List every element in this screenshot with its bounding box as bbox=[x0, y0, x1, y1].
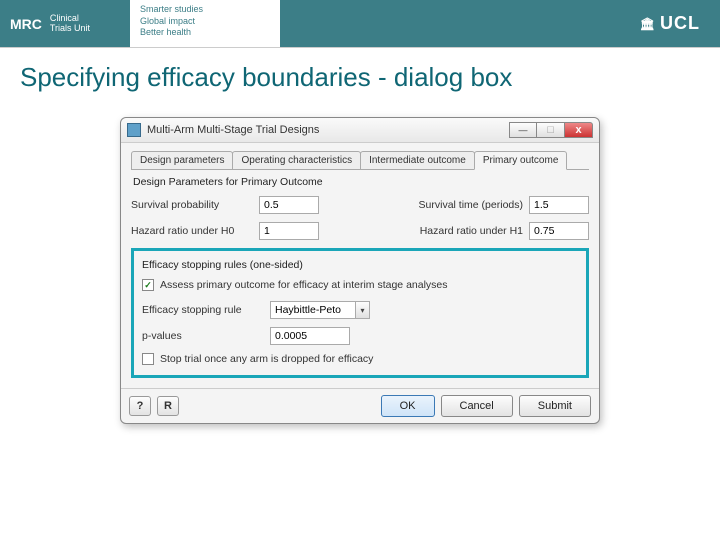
label-assess-primary: Assess primary outcome for efficacy at i… bbox=[160, 279, 448, 291]
dialog-window: Multi-Arm Multi-Stage Trial Designs — ☐ … bbox=[120, 117, 600, 424]
slide-header: MRC Clinical Trials Unit Smarter studies… bbox=[0, 0, 720, 48]
mrc-logo-block: MRC Clinical Trials Unit bbox=[0, 0, 130, 47]
maximize-button[interactable]: ☐ bbox=[537, 122, 565, 138]
tab-operating-characteristics[interactable]: Operating characteristics bbox=[232, 151, 361, 169]
ok-button[interactable]: OK bbox=[381, 395, 435, 417]
label-hr-h0: Hazard ratio under H0 bbox=[131, 225, 251, 237]
input-hr-h0[interactable] bbox=[259, 222, 319, 240]
row-stop-trial: Stop trial once any arm is dropped for e… bbox=[142, 353, 578, 365]
checkbox-assess-primary[interactable]: ✓ bbox=[142, 279, 154, 291]
efficacy-group-highlight: Efficacy stopping rules (one-sided) ✓ As… bbox=[131, 248, 589, 378]
label-survival-time: Survival time (periods) bbox=[419, 199, 523, 211]
row-assess-primary: ✓ Assess primary outcome for efficacy at… bbox=[142, 279, 578, 291]
ucl-label: UCL bbox=[660, 13, 700, 34]
section-title: Design Parameters for Primary Outcome bbox=[133, 176, 589, 188]
row-pvalues: p-values bbox=[142, 327, 578, 345]
mrc-subtitle: Clinical Trials Unit bbox=[50, 14, 90, 34]
row-survival-probability: Survival probability Survival time (peri… bbox=[131, 196, 589, 214]
close-button[interactable]: x bbox=[565, 122, 593, 138]
dialog-body: Design parameters Operating characterist… bbox=[121, 143, 599, 388]
tagline-block: Smarter studies Global impact Better hea… bbox=[130, 0, 213, 47]
label-survival-probability: Survival probability bbox=[131, 199, 251, 211]
minimize-button[interactable]: — bbox=[509, 122, 537, 138]
row-efficacy-rule: Efficacy stopping rule Haybittle-Peto ▾ bbox=[142, 301, 578, 319]
slide-title: Specifying efficacy boundaries - dialog … bbox=[0, 48, 720, 101]
window-title: Multi-Arm Multi-Stage Trial Designs bbox=[147, 124, 319, 136]
label-hr-h1: Hazard ratio under H1 bbox=[420, 225, 523, 237]
tab-primary-outcome[interactable]: Primary outcome bbox=[474, 151, 568, 170]
dropdown-efficacy-rule[interactable]: Haybittle-Peto ▾ bbox=[270, 301, 370, 319]
window-titlebar[interactable]: Multi-Arm Multi-Stage Trial Designs — ☐ … bbox=[121, 118, 599, 143]
dropdown-efficacy-rule-value: Haybittle-Peto bbox=[271, 304, 355, 316]
portico-icon: 🏛 bbox=[640, 17, 656, 31]
help-button[interactable]: ? bbox=[129, 396, 151, 416]
app-icon bbox=[127, 123, 141, 137]
reset-button[interactable]: R bbox=[157, 396, 179, 416]
dialog-container: Multi-Arm Multi-Stage Trial Designs — ☐ … bbox=[0, 117, 720, 424]
row-hazard-ratio: Hazard ratio under H0 Hazard ratio under… bbox=[131, 222, 589, 240]
input-hr-h1[interactable] bbox=[529, 222, 589, 240]
label-efficacy-rule: Efficacy stopping rule bbox=[142, 304, 262, 316]
efficacy-group-legend: Efficacy stopping rules (one-sided) bbox=[142, 259, 578, 271]
label-stop-trial: Stop trial once any arm is dropped for e… bbox=[160, 353, 373, 365]
ucl-logo-block: 🏛 UCL bbox=[280, 0, 720, 47]
tab-intermediate-outcome[interactable]: Intermediate outcome bbox=[360, 151, 475, 169]
mrc-logo: MRC bbox=[10, 16, 42, 32]
label-pvalues: p-values bbox=[142, 330, 262, 342]
cancel-button[interactable]: Cancel bbox=[441, 395, 513, 417]
input-survival-probability[interactable] bbox=[259, 196, 319, 214]
input-survival-time[interactable] bbox=[529, 196, 589, 214]
chevron-down-icon: ▾ bbox=[355, 302, 369, 318]
tab-design-parameters[interactable]: Design parameters bbox=[131, 151, 233, 169]
window-controls: — ☐ x bbox=[509, 122, 593, 138]
dialog-button-bar: ? R OK Cancel Submit bbox=[121, 388, 599, 423]
checkbox-stop-trial[interactable] bbox=[142, 353, 154, 365]
submit-button[interactable]: Submit bbox=[519, 395, 591, 417]
input-pvalues[interactable] bbox=[270, 327, 350, 345]
tab-strip: Design parameters Operating characterist… bbox=[131, 151, 589, 170]
